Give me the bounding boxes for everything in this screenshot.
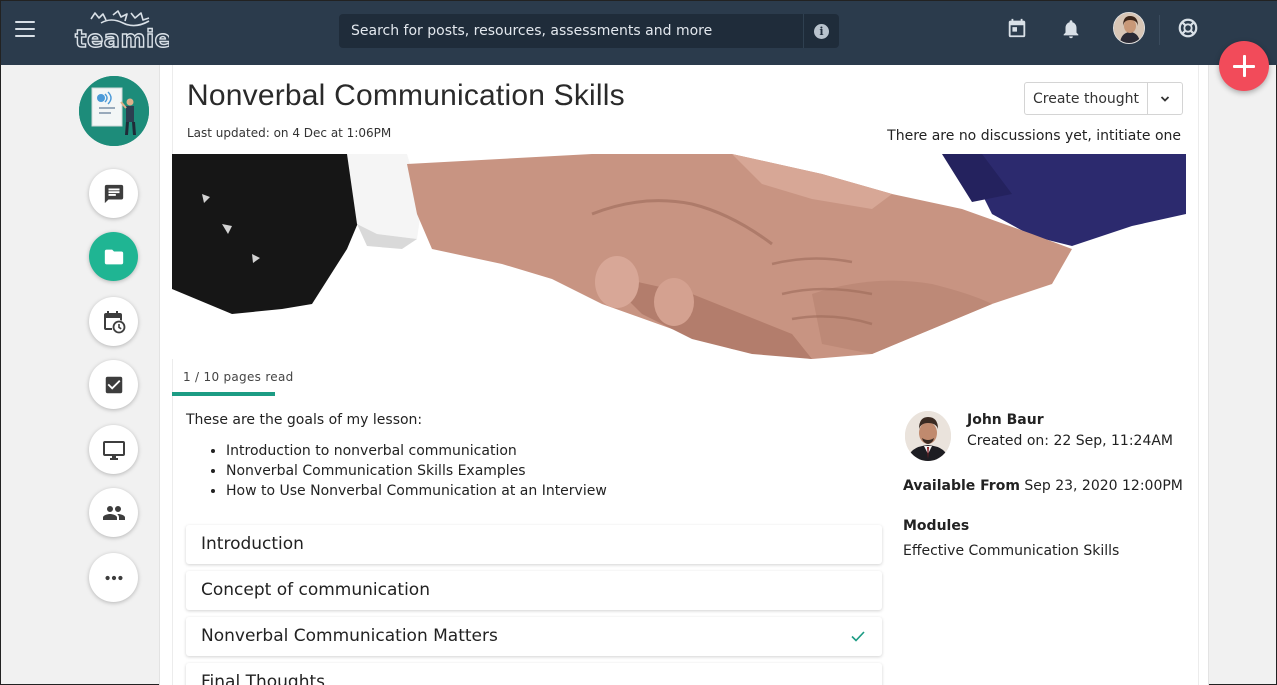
discussion-prompt-link[interactable]: There are no discussions yet, intitiate … (887, 128, 1181, 144)
bell-icon[interactable] (1060, 18, 1082, 40)
goal-item: Nonverbal Communication Skills Examples (226, 462, 607, 482)
more-icon (104, 575, 123, 580)
create-thought-dropdown[interactable] (1147, 82, 1183, 115)
author-avatar[interactable] (905, 411, 951, 461)
available-from-label: Available From (903, 478, 1020, 494)
user-avatar[interactable] (1113, 12, 1145, 44)
rail-assessments-button[interactable] (89, 360, 138, 409)
monitor-icon (102, 440, 125, 460)
info-icon: i (814, 23, 829, 39)
lesson-hero-image (172, 154, 1186, 359)
presentation-illustration (79, 76, 149, 146)
section-nonverbal-matters[interactable]: Nonverbal Communication Matters (186, 617, 882, 656)
check-icon (851, 631, 865, 642)
section-introduction[interactable]: Introduction (186, 525, 882, 564)
discussion-icon (104, 184, 123, 203)
help-lifebuoy-icon[interactable] (1177, 17, 1199, 39)
user-avatar-image (1114, 13, 1144, 43)
section-concept-of-communication[interactable]: Concept of communication (186, 571, 882, 610)
handshake-image (172, 154, 1186, 359)
topbar-divider (1159, 15, 1160, 45)
course-avatar[interactable] (79, 76, 149, 146)
goals-intro: These are the goals of my lesson: (186, 412, 423, 428)
pages-read-progress: 1 / 10 pages read (183, 370, 294, 384)
section-label: Nonverbal Communication Matters (201, 626, 498, 646)
search-info-button[interactable]: i (803, 14, 839, 48)
created-on-text: Created on: 22 Sep, 11:24AM (967, 433, 1174, 449)
search-bar: i (339, 14, 839, 48)
section-label: Final Thoughts (201, 672, 326, 685)
goals-list: Introduction to nonverbal communication … (206, 442, 607, 502)
calendar-icon[interactable] (1006, 17, 1028, 39)
available-from-value: Sep 23, 2020 12:00PM (1024, 478, 1183, 494)
page-title: Nonverbal Communication Skills (187, 79, 625, 112)
chevron-down-icon (1160, 95, 1170, 102)
section-final-thoughts[interactable]: Final Thoughts (186, 663, 882, 685)
goal-item: How to Use Nonverbal Communication at an… (226, 482, 607, 502)
teamie-logo[interactable]: teamie (73, 7, 169, 53)
teamie-logo-text: teamie (75, 25, 169, 53)
modules-heading: Modules (903, 518, 970, 534)
last-updated-text: Last updated: on 4 Dec at 1:06PM (187, 126, 392, 140)
menu-icon[interactable] (15, 21, 35, 37)
rail-schedule-button[interactable] (89, 297, 138, 346)
section-label: Introduction (201, 534, 304, 554)
add-plus-button[interactable] (1219, 41, 1269, 91)
rail-classroom-button[interactable] (89, 425, 138, 474)
checkbox-icon (105, 376, 122, 393)
create-thought-button[interactable]: Create thought (1024, 82, 1148, 115)
rail-more-button[interactable] (89, 553, 138, 602)
calendar-clock-icon (103, 310, 125, 333)
folder-icon (104, 249, 123, 264)
module-link[interactable]: Effective Communication Skills (903, 543, 1119, 559)
rail-discussions-button[interactable] (89, 169, 138, 218)
search-input[interactable] (339, 14, 801, 48)
goal-item: Introduction to nonverbal communication (226, 442, 607, 462)
top-navigation-bar: teamie i (1, 1, 1277, 65)
rail-resources-button[interactable] (89, 232, 138, 281)
people-icon (102, 505, 125, 520)
rail-members-button[interactable] (89, 488, 138, 537)
progress-bar (172, 392, 275, 396)
available-from: Available From Sep 23, 2020 12:00PM (903, 478, 1183, 494)
author-photo-image (905, 411, 951, 461)
section-label: Concept of communication (201, 580, 430, 600)
author-name[interactable]: John Baur (967, 412, 1044, 428)
